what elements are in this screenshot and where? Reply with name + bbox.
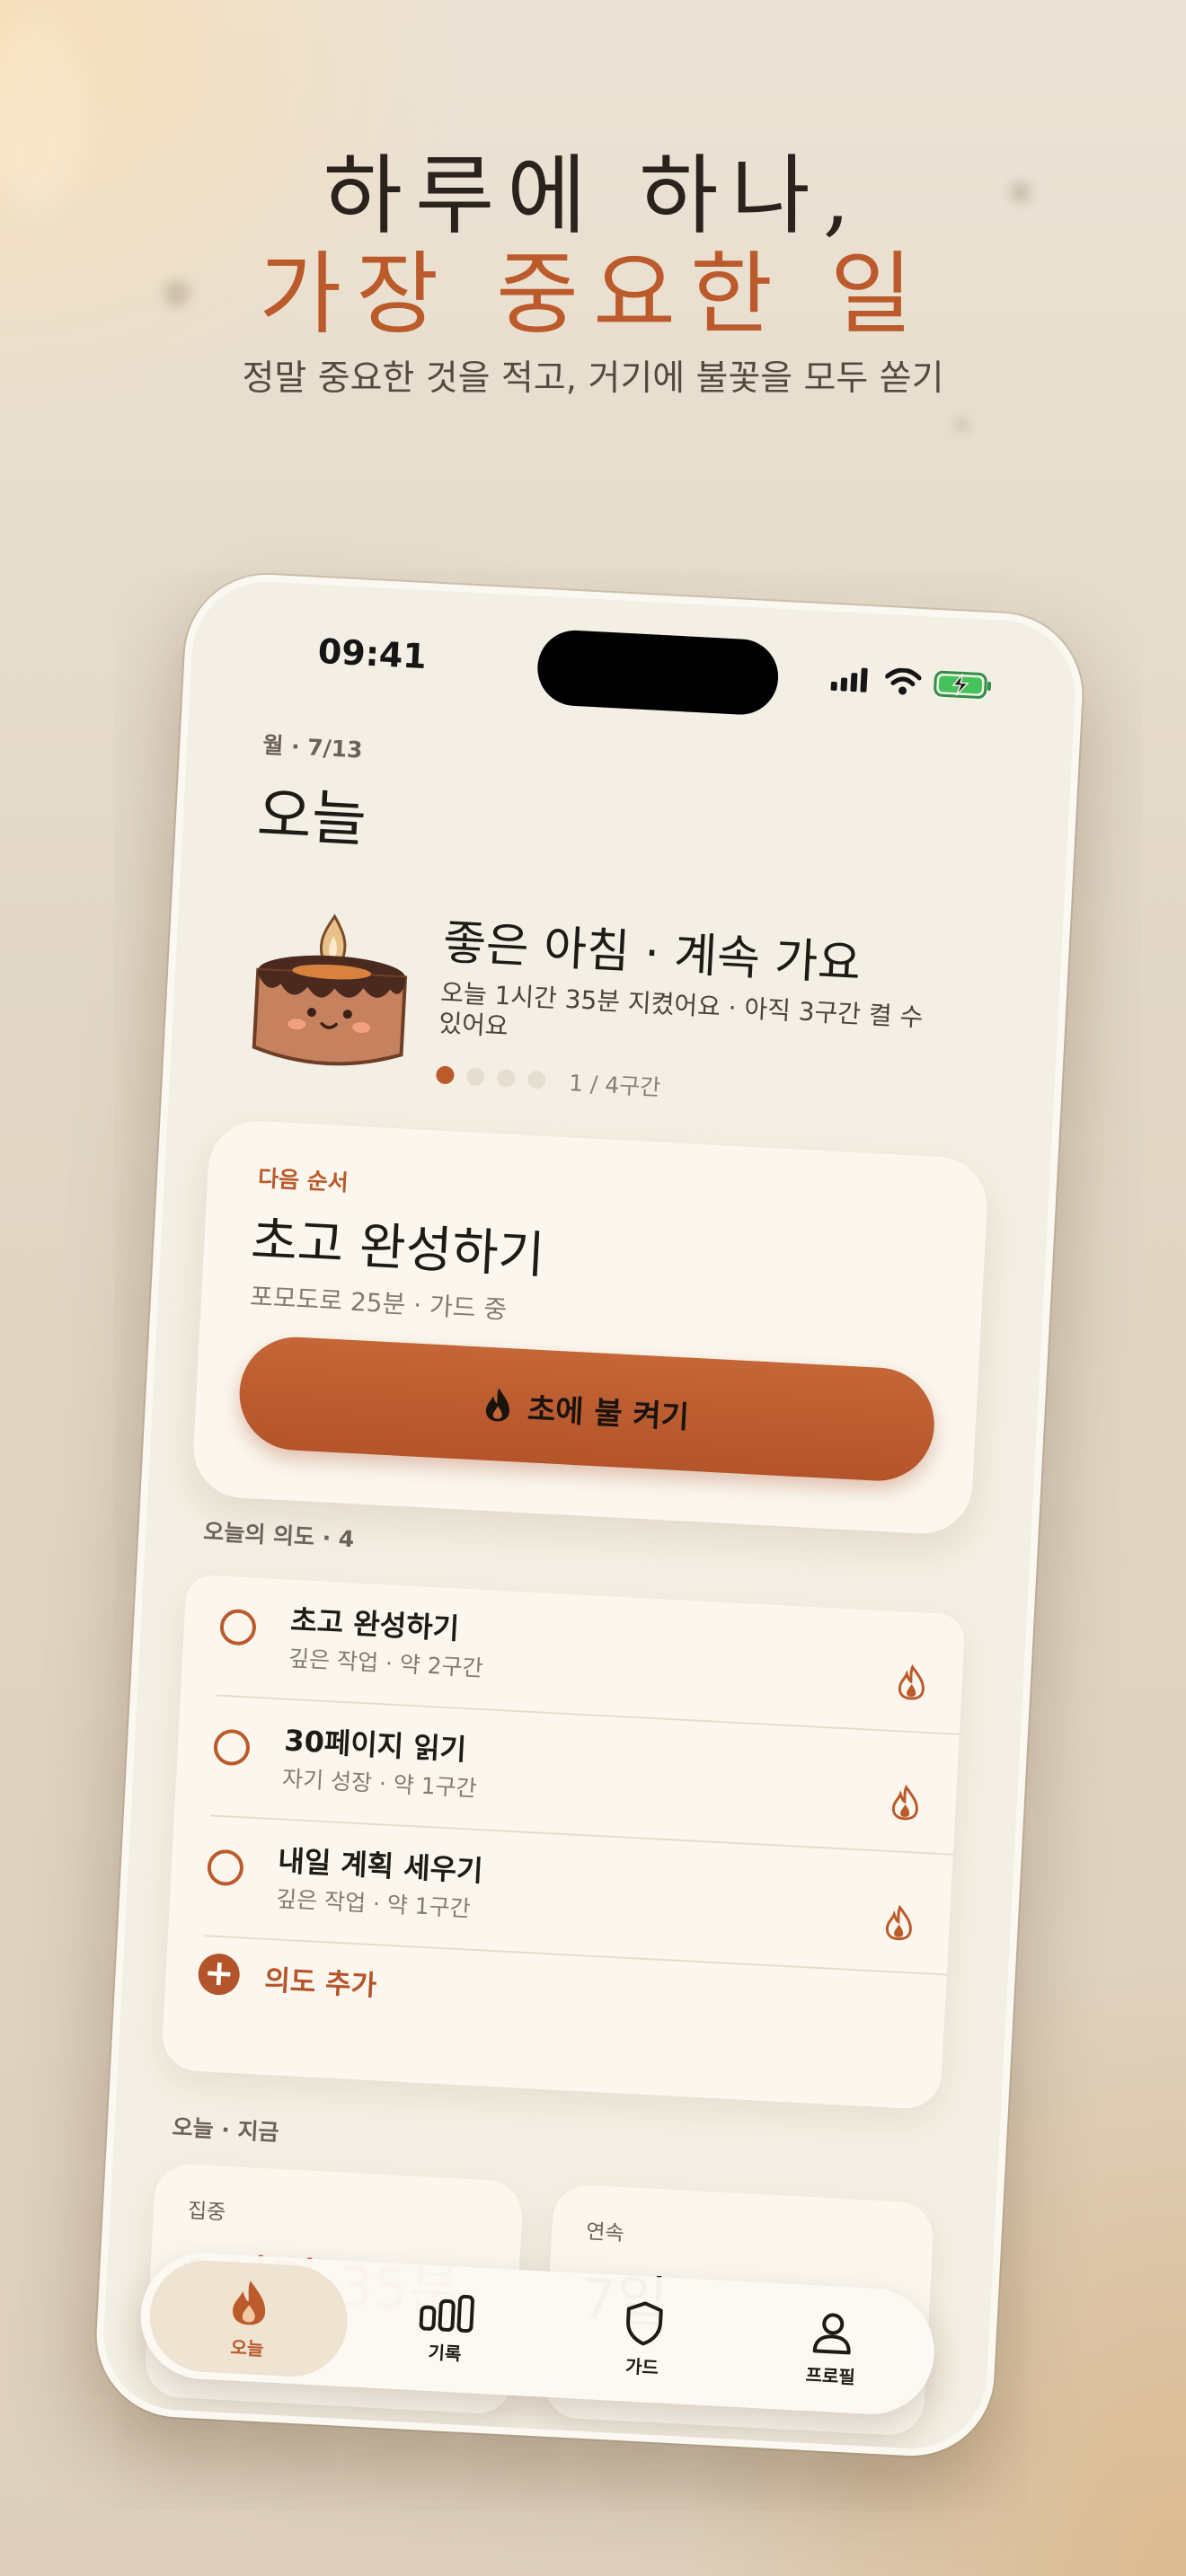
shield-icon [626,2300,663,2345]
flame-icon [485,1388,509,1422]
bar-chart-icon [419,2294,475,2333]
greeting-subtitle: 오늘 1시간 35분 지켰어요 · 아직 3구간 켤 수 있어요 [438,977,925,1042]
intention-checkbox[interactable] [206,1848,244,1887]
page-indicator: 1 / 4구간 [435,1058,662,1102]
intentions-section-label: 오늘의 의도 · 4 [202,1518,356,1553]
light-candle-button[interactable]: 초에 불 켜기 [236,1334,937,1484]
dynamic-island [535,628,781,717]
phone-screen: 09:41 월 · 7/13 오늘 좋은 아침 · 계속 가요 오늘 1시간 3… [92,570,1087,2460]
streak-stat-label: 연속 [585,2219,625,2246]
intention-checkbox[interactable] [212,1728,251,1767]
next-task-card: 다음 순서 초고 완성하기 포모도로 25분 · 가드 중 초에 불 켜기 [190,1118,990,1537]
flame-icon [233,2280,266,2325]
page-dot[interactable] [465,1067,485,1087]
tab-label: 프로필 [805,2363,856,2388]
phone-mockup: 09:41 월 · 7/13 오늘 좋은 아침 · 계속 가요 오늘 1시간 3… [92,570,1087,2460]
tab-label: 기록 [427,2341,462,2365]
now-section-label: 오늘 · 지금 [171,2113,280,2146]
status-time: 09:41 [316,631,428,677]
intention-name: 초고 완성하기 [289,1602,460,1646]
next-task-title: 초고 완성하기 [249,1211,546,1285]
flame-icon[interactable] [890,1784,921,1822]
cellular-signal-icon [830,667,868,693]
battery-charging-icon [934,670,992,699]
page-dot[interactable] [496,1068,516,1088]
wifi-icon [884,667,922,695]
tab-guard[interactable]: 가드 [542,2279,745,2400]
greeting-title: 좋은 아침 · 계속 가요 [441,915,863,992]
page-dot[interactable] [527,1070,546,1090]
plus-icon: + [197,1952,241,1997]
add-intention-label: 의도 추가 [263,1963,378,2002]
hero-headline-line2: 가장 중요한 일 [259,242,927,347]
flame-icon[interactable] [897,1663,927,1701]
hero-subtitle: 정말 중요한 것을 적고, 거기에 불꽃을 모두 쏟기 [242,358,944,399]
person-icon [812,2312,851,2354]
status-icons [830,664,993,701]
next-task-meta: 포모도로 25분 · 가드 중 [249,1281,508,1325]
page-title: 오늘 [255,780,368,855]
focus-stat-label: 집중 [187,2199,226,2225]
tab-today[interactable]: 오늘 [146,2257,350,2380]
intention-checkbox[interactable] [218,1608,257,1646]
add-intention-button[interactable]: + 의도 추가 [197,1952,378,2003]
flame-icon[interactable] [884,1904,915,1942]
bokeh-dot [956,419,969,431]
next-task-label: 다음 순서 [257,1165,350,1196]
intention-name: 30페이지 읽기 [283,1723,468,1768]
intentions-card: 초고 완성하기 깊은 작업 · 약 2구간 30페이지 읽기 자기 성장 · 약… [161,1574,966,2111]
page-count: 1 / 4구간 [568,1070,661,1101]
tab-profile[interactable]: 프로필 [730,2289,934,2410]
tab-records[interactable]: 기록 [344,2268,547,2389]
tab-label: 오늘 [229,2335,264,2360]
date-label: 월 · 7/13 [261,731,364,763]
page-dot-active[interactable] [435,1065,455,1085]
light-candle-button-label: 초에 불 켜기 [527,1390,690,1436]
tab-label: 가드 [624,2354,659,2378]
candle-mascot-icon [252,913,408,1066]
